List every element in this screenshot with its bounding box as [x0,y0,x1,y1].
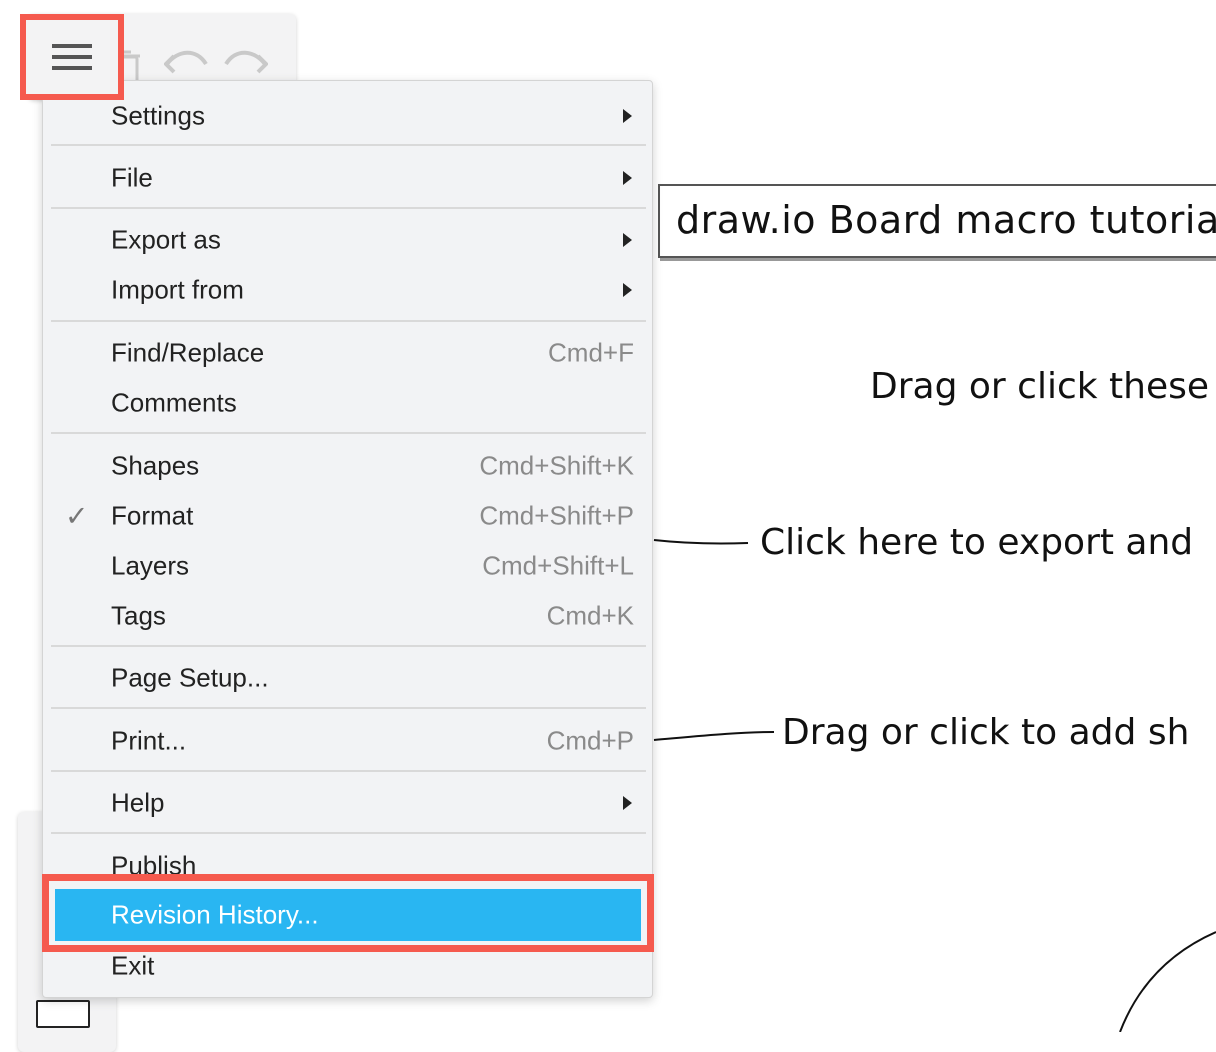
menu-item-comments[interactable]: Comments [51,378,646,428]
rectangle-shape[interactable] [36,1000,90,1028]
shortcut-tags: Cmd+K [546,600,634,631]
menu-item-publish[interactable]: Publish [51,841,646,891]
main-menu: Settings File Export as Import from Find… [42,80,653,998]
submenu-arrow-icon [623,233,632,247]
shortcut-format: Cmd+Shift+P [479,500,634,531]
menu-item-shapes[interactable]: Shapes Cmd+Shift+K [51,441,646,491]
menu-item-settings[interactable]: Settings [51,91,646,141]
submenu-arrow-icon [623,283,632,297]
menu-separator [51,432,646,434]
hamburger-icon [52,44,92,70]
menu-separator [51,707,646,709]
main-menu-button[interactable] [20,14,124,100]
menu-item-format[interactable]: ✓ Format Cmd+Shift+P [51,491,646,541]
menu-separator [51,770,646,772]
checkmark-icon: ✓ [65,500,89,532]
submenu-arrow-icon [623,171,632,185]
export-connector [653,539,749,545]
menu-item-file[interactable]: File [51,153,646,203]
shortcut-print: Cmd+P [546,725,634,756]
circle-arc [1119,931,1216,1032]
menu-item-import-from[interactable]: Import from [51,265,646,315]
menu-separator [51,645,646,647]
menu-item-exit[interactable]: Exit [51,941,646,991]
menu-item-revision-history[interactable]: Revision History... [55,889,641,941]
menu-item-find-replace[interactable]: Find/Replace Cmd+F [51,328,646,378]
submenu-arrow-icon [623,109,632,123]
menu-separator [51,144,646,146]
shortcut-find-replace: Cmd+F [548,337,634,368]
add-shapes-connector [653,731,775,741]
menu-item-layers[interactable]: Layers Cmd+Shift+L [51,541,646,591]
menu-separator [51,320,646,322]
undo-icon[interactable] [164,44,208,76]
redo-icon[interactable] [224,44,268,76]
shortcut-layers: Cmd+Shift+L [482,550,634,581]
menu-item-export-as[interactable]: Export as [51,215,646,265]
submenu-arrow-icon [623,796,632,810]
menu-separator [51,832,646,834]
menu-item-print[interactable]: Print... Cmd+P [51,716,646,766]
menu-item-help[interactable]: Help [51,778,646,828]
menu-separator [51,207,646,209]
shortcut-shapes: Cmd+Shift+K [479,450,634,481]
menu-item-page-setup[interactable]: Page Setup... [51,653,646,703]
menu-item-tags[interactable]: Tags Cmd+K [51,591,646,641]
